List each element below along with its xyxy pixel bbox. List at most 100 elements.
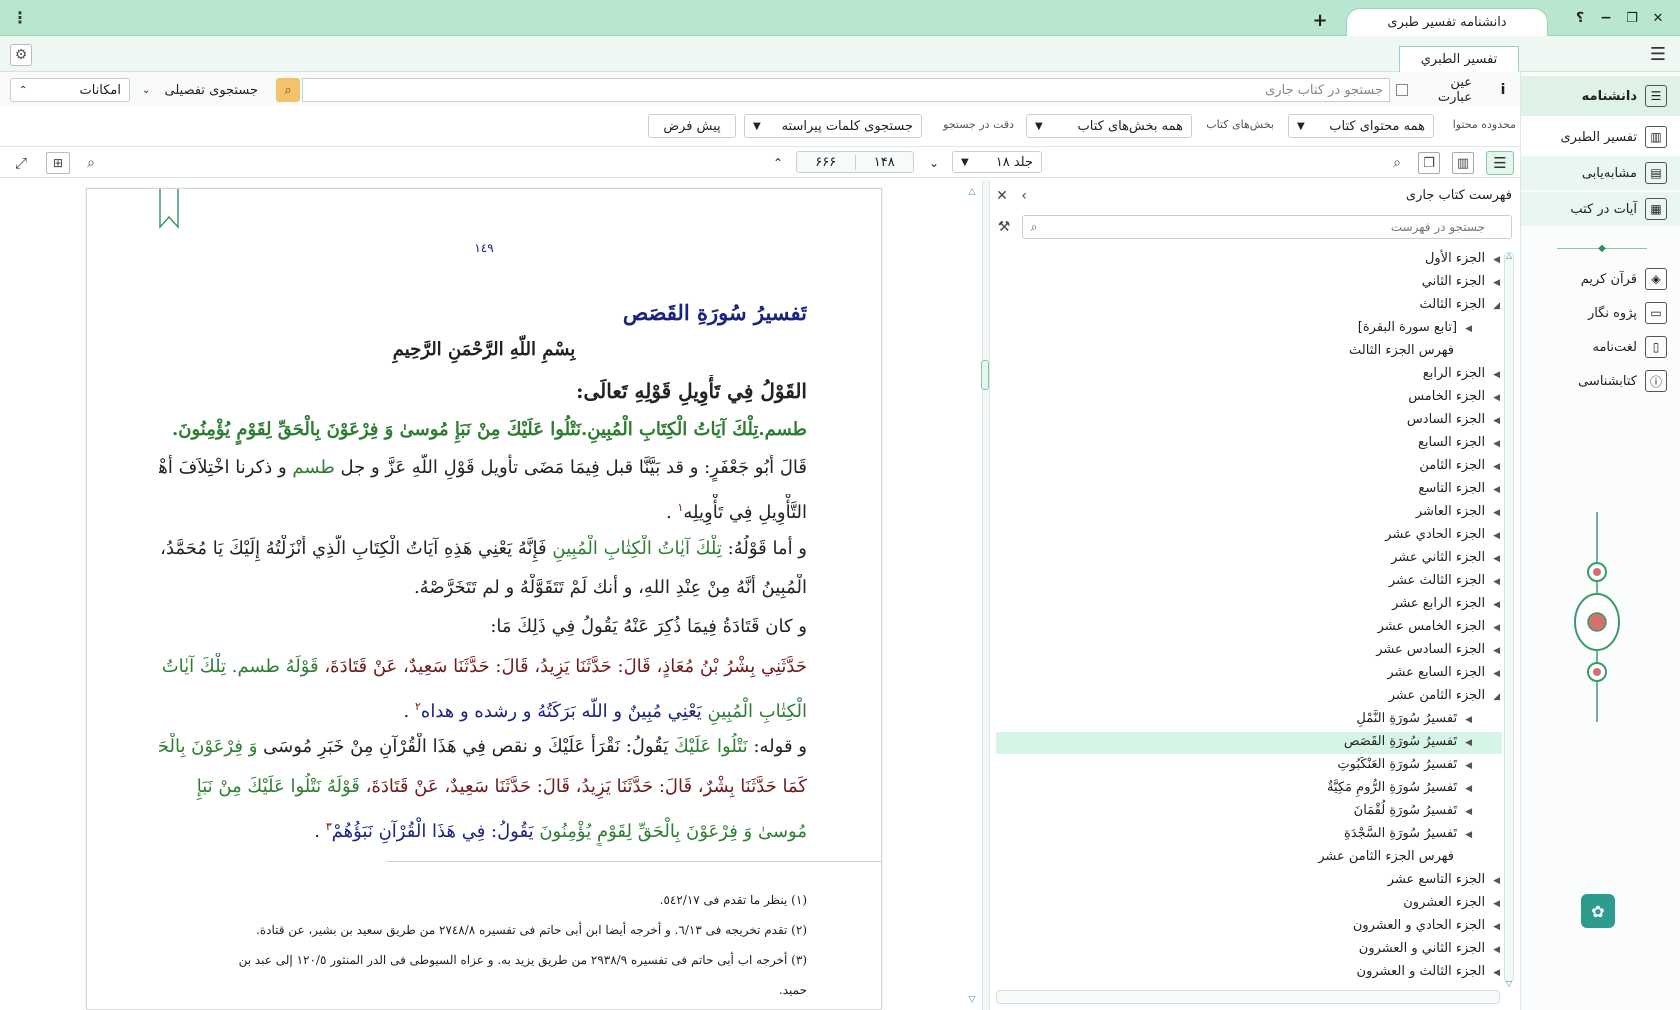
search-input[interactable]: [302, 78, 1390, 102]
tree-collapsed-icon[interactable]: ◀: [1493, 623, 1500, 633]
toc-item[interactable]: ◀ الجزء الثالث و العشرون: [1357, 961, 1500, 983]
toc-item[interactable]: ◀ الجزء الحادي و العشرون: [1353, 915, 1500, 937]
toc-item[interactable]: ◀ تَفسيرُ سُورَةِ العَنْكَبُوتِ: [1337, 754, 1472, 776]
new-tab-button[interactable]: +: [1310, 10, 1330, 31]
toc-search-input[interactable]: [1022, 215, 1512, 239]
tree-expanded-icon[interactable]: ◢: [1493, 692, 1500, 702]
menu-icon[interactable]: ⋮: [12, 6, 28, 28]
close-button[interactable]: ✕: [1648, 8, 1668, 28]
bookmark-icon[interactable]: [159, 189, 179, 229]
toc-item-selected[interactable]: ◀ تَفسيرُ سُورَةِ القَصَص: [1344, 731, 1472, 753]
restore-button[interactable]: ❐: [1622, 8, 1642, 28]
toc-item[interactable]: ◀ الجزء الثالث عشر: [1389, 570, 1500, 592]
collapse-toc-icon[interactable]: ‹: [1016, 188, 1032, 204]
find-in-page-icon[interactable]: ⌕: [80, 152, 102, 174]
toc-item[interactable]: ◀ الجزء العشرون: [1403, 892, 1500, 914]
bookmark-list-icon[interactable]: ❐: [1418, 152, 1440, 174]
scroll-down-icon[interactable]: ▽: [966, 994, 978, 1006]
help-icon[interactable]: ؟: [1570, 8, 1590, 28]
tree-collapsed-icon[interactable]: ◀: [1493, 485, 1500, 495]
exact-phrase-option[interactable]: عین عبارت: [1396, 75, 1472, 105]
sidebar-item-similar[interactable]: ▤ مشابه‌یابی: [1521, 156, 1680, 190]
toc-item[interactable]: فهرس الجزء الثالث: [1349, 340, 1454, 362]
volume-dropdown[interactable]: ▼ جلد ۱۸: [952, 151, 1042, 173]
scroll-down-icon[interactable]: ▽: [1503, 978, 1515, 988]
tree-collapsed-icon[interactable]: ◀: [1465, 830, 1472, 840]
toc-item[interactable]: فهرس الجزء الثامن عشر: [1318, 846, 1454, 868]
sections-dropdown[interactable]: ▼ همه بخش‌های کتاب: [1026, 114, 1192, 138]
toc-search-toggle-icon[interactable]: ⌕: [1386, 152, 1408, 174]
toc-item[interactable]: ◀ الجزء السابع: [1418, 432, 1500, 454]
exact-phrase-checkbox[interactable]: [1396, 84, 1408, 96]
sidebar-tool-quran[interactable]: ◈ قرآن کریم: [1521, 262, 1680, 296]
sidebar-tool-bibliography[interactable]: ⓘ کتابشناسی: [1521, 364, 1680, 398]
hamburger-menu-icon[interactable]: ☰: [1646, 44, 1670, 65]
tree-collapsed-icon[interactable]: ◀: [1493, 922, 1500, 932]
toc-list-icon[interactable]: ☰: [1486, 151, 1514, 175]
tree-collapsed-icon[interactable]: ◀: [1465, 807, 1472, 817]
options-dropdown[interactable]: ⌃ امکانات: [10, 78, 130, 102]
minimize-button[interactable]: −: [1596, 8, 1616, 28]
tree-collapsed-icon[interactable]: ◀: [1493, 393, 1500, 403]
toc-item[interactable]: ◀ الجزء الرابع: [1423, 363, 1500, 385]
tree-collapsed-icon[interactable]: ◀: [1493, 899, 1500, 909]
toc-item[interactable]: ◀ تَفسيرُ سُورَةِ لُقْمَانَ: [1354, 800, 1472, 822]
tree-collapsed-icon[interactable]: ◀: [1493, 945, 1500, 955]
tree-collapsed-icon[interactable]: ◀: [1493, 646, 1500, 656]
close-toc-icon[interactable]: ✕: [994, 188, 1010, 204]
tree-collapsed-icon[interactable]: ◀: [1493, 370, 1500, 380]
precision-dropdown[interactable]: ▼ جستجوی کلمات پیراسته: [744, 114, 922, 138]
default-button[interactable]: پیش فرض: [648, 114, 736, 138]
expand-icon[interactable]: ⤢: [10, 152, 32, 174]
tree-collapsed-icon[interactable]: ◀: [1493, 508, 1500, 518]
tree-collapsed-icon[interactable]: ◀: [1465, 761, 1472, 771]
tree-collapsed-icon[interactable]: ◀: [1493, 439, 1500, 449]
tree-collapsed-icon[interactable]: ◀: [1465, 784, 1472, 794]
sidebar-tool-dictionary[interactable]: ▯ لغت‌نامه: [1521, 330, 1680, 364]
book-tab[interactable]: تفسير الطبري: [1399, 46, 1519, 72]
toc-item[interactable]: ◀ الجزء الأول: [1425, 248, 1500, 270]
toc-item[interactable]: ◀ الجزء الثاني و العشرون: [1359, 938, 1500, 960]
toc-item[interactable]: ◀ الجزء الثاني: [1422, 271, 1500, 293]
splitter-handle[interactable]: [981, 360, 989, 390]
tree-collapsed-icon[interactable]: ◀: [1493, 462, 1500, 472]
toc-item[interactable]: ◢ الجزء الثالث: [1420, 294, 1501, 316]
split-view-icon[interactable]: ⊞: [46, 152, 70, 174]
toc-scrollbar[interactable]: [1504, 252, 1514, 982]
toc-horizontal-scrollbar[interactable]: [996, 990, 1500, 1004]
toc-item[interactable]: ◀ الجزء الخامس: [1408, 386, 1500, 408]
toc-item[interactable]: ◀ الجزء التاسع عشر: [1388, 869, 1500, 891]
tree-collapsed-icon[interactable]: ◀: [1493, 577, 1500, 587]
book-view-icon[interactable]: ▥: [1452, 152, 1474, 174]
toc-item[interactable]: ◀ الجزء التاسع: [1418, 478, 1500, 500]
toc-item[interactable]: ◀ [تابع سورة البقرة]: [1358, 317, 1472, 339]
search-icon[interactable]: ⌕: [276, 78, 300, 102]
tree-collapsed-icon[interactable]: ◀: [1493, 876, 1500, 886]
wrench-icon[interactable]: ⚒: [994, 216, 1014, 238]
current-page[interactable]: ۱۴۸: [856, 155, 914, 170]
toc-item[interactable]: ◀ الجزء السادس: [1407, 409, 1500, 431]
tree-collapsed-icon[interactable]: ◀: [1465, 715, 1472, 725]
sidebar-item-tafsir[interactable]: ▥ تفسیر الطبری: [1521, 120, 1680, 154]
tree-expanded-icon[interactable]: ◢: [1493, 301, 1500, 311]
toc-item[interactable]: ◀ تَفسيرُ سُورَةِ النَّمْلِ: [1356, 708, 1472, 730]
tree-collapsed-icon[interactable]: ◀: [1493, 531, 1500, 541]
toc-item[interactable]: ◀ الجزء العاشر: [1416, 501, 1500, 523]
app-tab[interactable]: دانشنامه تفسیر طبری: [1346, 8, 1548, 36]
toc-item[interactable]: ◀ تَفسيرُ سُورَةِ السَّجْدَةِ: [1344, 823, 1472, 845]
info-icon[interactable]: i: [1494, 80, 1512, 100]
toc-item[interactable]: ◢ الجزء الثامن عشر: [1389, 685, 1500, 707]
tree-collapsed-icon[interactable]: ◀: [1493, 255, 1500, 265]
toc-item[interactable]: ◀ الجزء الرابع عشر: [1392, 593, 1500, 615]
toc-item[interactable]: ◀ الجزء السادس عشر: [1376, 639, 1500, 661]
tree-collapsed-icon[interactable]: ◀: [1493, 669, 1500, 679]
toc-item[interactable]: ◀ الجزء الحادي عشر: [1385, 524, 1500, 546]
tree-collapsed-icon[interactable]: ◀: [1493, 600, 1500, 610]
scroll-up-icon[interactable]: △: [966, 186, 978, 198]
sidebar-tool-notebook[interactable]: ▭ پژوه نگار: [1521, 296, 1680, 330]
toc-item[interactable]: ◀ الجزء الخامس عشر: [1378, 616, 1500, 638]
previous-page-button[interactable]: ⌃: [768, 152, 788, 174]
toc-item[interactable]: ◀ تَفسيرُ سُورَةِ الرُّومِ مَكِيَّةٌ: [1327, 777, 1472, 799]
scroll-up-icon[interactable]: △: [1503, 250, 1515, 260]
toc-item[interactable]: ◀ الجزء السابع عشر: [1387, 662, 1500, 684]
